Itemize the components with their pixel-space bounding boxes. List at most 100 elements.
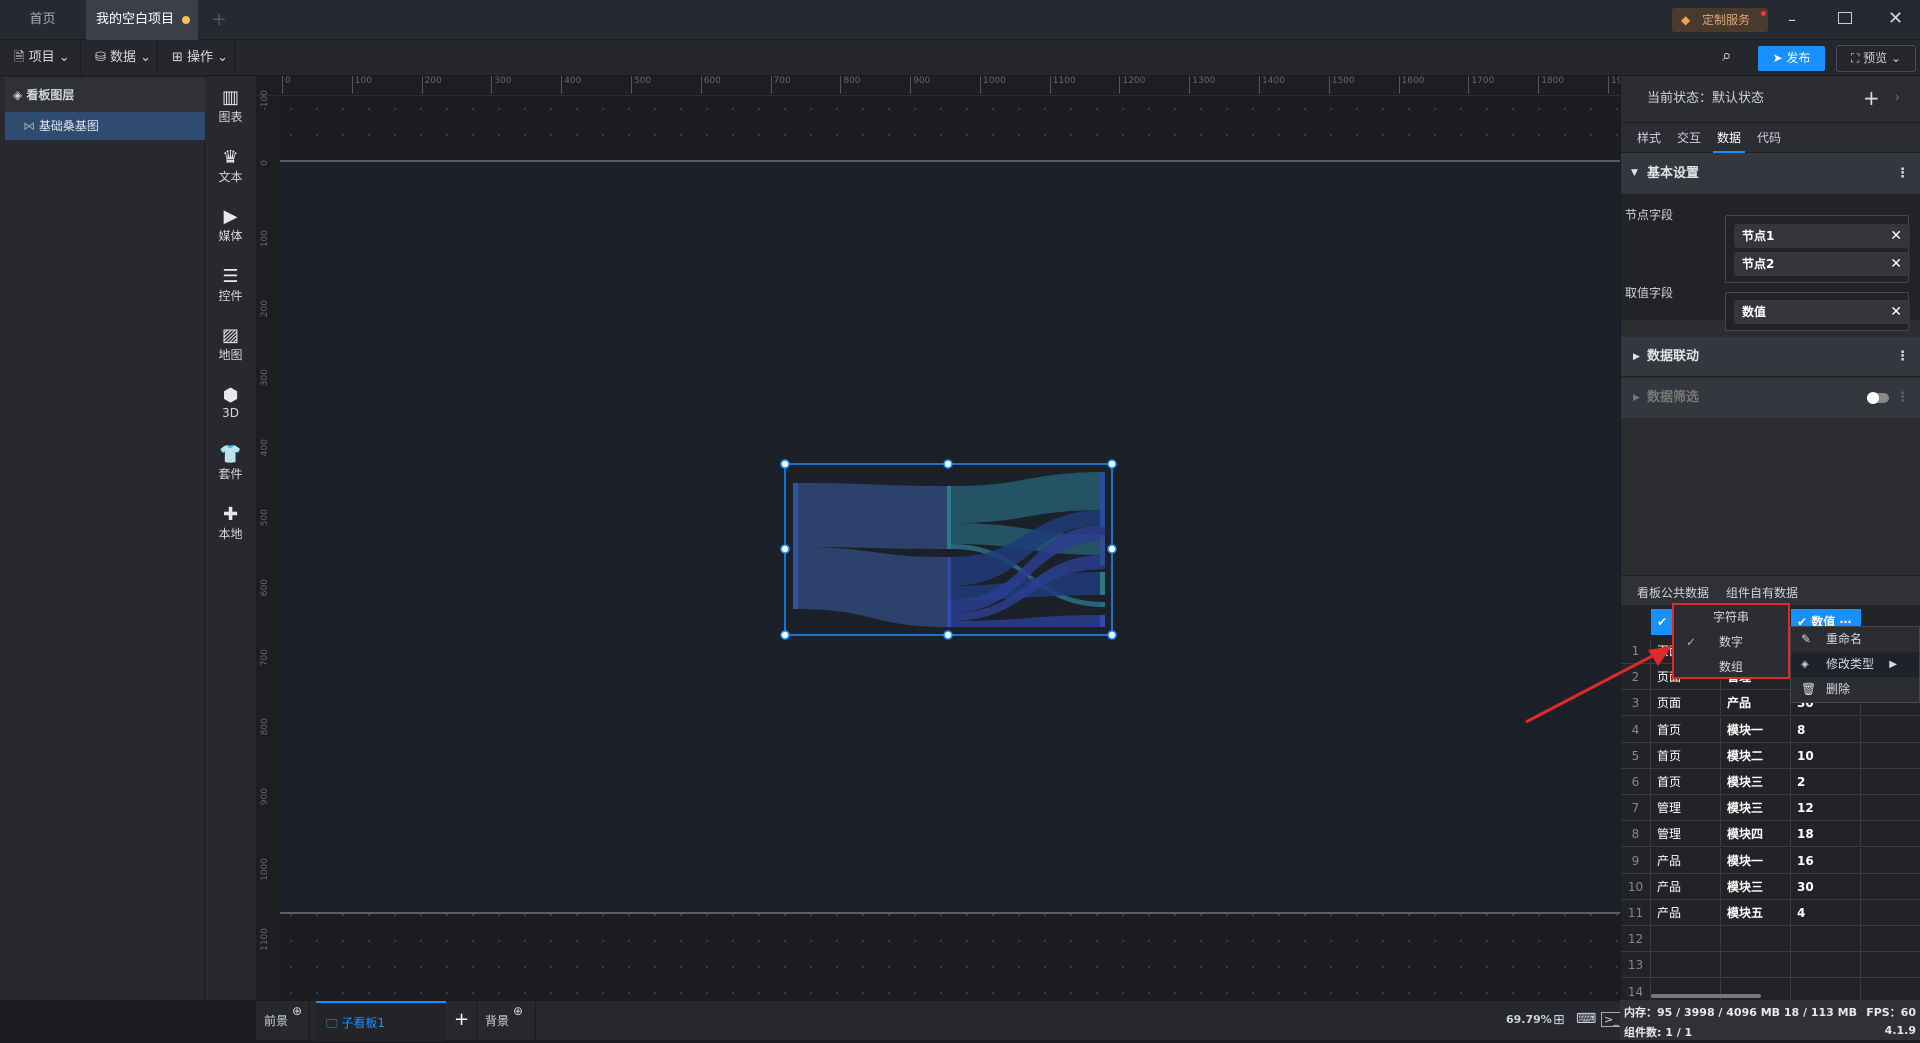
table-cell[interactable]: 18 [1791, 821, 1861, 848]
palette-item-6[interactable]: 👕 套件 [205, 445, 256, 482]
add-state-button[interactable]: + [1863, 86, 1880, 110]
table-cell[interactable]: 产品 [1721, 690, 1791, 717]
table-cell[interactable]: 管理 [1651, 821, 1721, 848]
table-cell[interactable] [1861, 821, 1920, 847]
restore-icon[interactable] [1838, 12, 1852, 24]
table-cell[interactable]: 30 [1791, 873, 1861, 900]
table-cell[interactable]: 模块二 [1721, 742, 1791, 769]
data-filter-header[interactable]: ▶ 数据筛选 ⋮ [1621, 378, 1920, 418]
table-cell[interactable]: 模块三 [1721, 769, 1791, 795]
data-linkage-header[interactable]: ▶ 数据联动 ⋮ [1621, 337, 1920, 377]
palette-item-0[interactable]: ▥ 图表 [205, 88, 256, 125]
type-option-array[interactable]: 数组 [1674, 655, 1788, 680]
palette-item-3[interactable]: ☰ 控件 [205, 266, 256, 304]
table-cell[interactable]: 模块五 [1721, 900, 1791, 926]
tab-1[interactable]: 交互 [1673, 123, 1705, 153]
more-icon[interactable]: ⋮ [1896, 378, 1909, 418]
zoom-level[interactable]: 69.79% [1506, 1013, 1552, 1026]
table-cell[interactable]: 首页 [1651, 742, 1721, 769]
publish-button[interactable]: ➤ 发布 [1758, 46, 1825, 71]
menu-item-rename[interactable]: ✎ 重命名 [1791, 627, 1919, 652]
data-menu[interactable]: ⛁ 数据 ⌄ [81, 40, 158, 76]
remove-icon[interactable]: ✕ [1890, 300, 1902, 324]
table-cell[interactable] [1791, 952, 1861, 979]
tab-0[interactable]: 样式 [1633, 123, 1665, 153]
remove-icon[interactable]: ✕ [1890, 252, 1902, 276]
table-cell[interactable]: 模块三 [1721, 873, 1791, 900]
preview-button[interactable]: ⛶ 预览 ⌄ [1836, 45, 1916, 72]
palette-item-1[interactable]: ♛ 文本 [205, 147, 256, 185]
table-cell[interactable] [1721, 926, 1791, 953]
table-cell[interactable]: 4 [1791, 900, 1861, 926]
layer-item-sankey[interactable]: ⋈ 基础桑基图 [5, 112, 205, 140]
add-board-button[interactable]: + [454, 1009, 469, 1030]
table-cell[interactable] [1861, 900, 1920, 926]
close-icon[interactable]: ✕ [1888, 8, 1903, 29]
table-cell[interactable] [1861, 769, 1920, 795]
table-cell[interactable] [1651, 926, 1721, 953]
tab-home[interactable]: 首页 [0, 0, 85, 40]
value-field-select[interactable]: 数值 ✕ [1725, 292, 1910, 331]
table-cell[interactable] [1861, 717, 1920, 743]
background-tab[interactable]: 背景 ⊕ [476, 1001, 536, 1041]
table-cell[interactable] [1791, 926, 1861, 953]
table-cell[interactable]: 10 [1791, 742, 1861, 769]
type-option-string[interactable]: 字符串 [1674, 605, 1788, 630]
tab-public-data[interactable]: 看板公共数据 [1637, 584, 1709, 601]
add-circle-icon[interactable]: ⊕ [513, 991, 523, 1031]
palette-item-2[interactable]: ▶ 媒体 [205, 207, 256, 244]
table-cell[interactable]: 模块一 [1721, 847, 1791, 874]
tab-3[interactable]: 代码 [1753, 123, 1785, 153]
project-menu[interactable]: 🗎 项目 ⌄ [0, 40, 81, 76]
table-cell[interactable] [1651, 952, 1721, 979]
more-icon[interactable]: ⋮ [1896, 337, 1909, 377]
table-cell[interactable] [1861, 926, 1920, 952]
minimize-icon[interactable]: – [1788, 10, 1796, 29]
search-icon[interactable]: ⌕ [1722, 46, 1732, 66]
remove-icon[interactable]: ✕ [1890, 224, 1902, 248]
horizontal-scrollbar[interactable] [1651, 994, 1761, 998]
table-cell[interactable]: 模块四 [1721, 821, 1791, 848]
add-circle-icon[interactable]: ⊕ [292, 991, 302, 1031]
palette-item-4[interactable]: ▨ 地图 [205, 326, 256, 363]
table-cell[interactable]: 模块三 [1721, 795, 1791, 822]
menu-item-delete[interactable]: 🗑 删除 [1791, 677, 1919, 702]
table-cell[interactable]: 16 [1791, 847, 1861, 874]
keyboard-icon[interactable]: ⌨ [1576, 1011, 1596, 1027]
table-cell[interactable] [1861, 743, 1920, 769]
palette-item-5[interactable]: ⬢ 3D [205, 385, 256, 420]
chevron-right-icon[interactable]: › [1895, 90, 1900, 104]
palette-item-7[interactable]: ✚ 本地 [205, 504, 256, 542]
table-cell[interactable]: 产品 [1651, 847, 1721, 874]
table-cell[interactable]: 12 [1791, 795, 1861, 822]
table-cell[interactable] [1721, 952, 1791, 979]
more-icon[interactable]: ⋮ [1896, 153, 1909, 194]
menu-item-change-type[interactable]: ◈ 修改类型 ▶ [1791, 652, 1919, 677]
table-cell[interactable] [1861, 795, 1920, 821]
type-option-number[interactable]: ✓ 数字 [1674, 630, 1788, 655]
table-cell[interactable]: 模块一 [1721, 716, 1791, 743]
operate-menu[interactable]: ⊞ 操作 ⌄ [158, 40, 235, 76]
table-cell[interactable]: 管理 [1651, 795, 1721, 822]
table-cell[interactable] [1861, 979, 1920, 1000]
console-icon[interactable]: >_ [1601, 1012, 1622, 1027]
filter-toggle[interactable] [1867, 392, 1889, 404]
fit-screen-icon[interactable]: ⊞ [1553, 1012, 1565, 1028]
table-cell[interactable] [1861, 874, 1920, 900]
table-cell[interactable]: 2 [1791, 769, 1861, 795]
foreground-tab[interactable]: 前景 ⊕ [256, 1001, 310, 1041]
table-cell[interactable] [1791, 978, 1861, 1000]
basic-settings-header[interactable]: ▼ 基本设置 ⋮ [1621, 153, 1920, 194]
table-cell[interactable] [1861, 952, 1920, 978]
new-tab-button[interactable]: + [205, 0, 233, 40]
table-cell[interactable]: 产品 [1651, 873, 1721, 900]
table-cell[interactable]: 8 [1791, 716, 1861, 743]
sankey-chart[interactable] [780, 455, 1120, 645]
tab-2[interactable]: 数据 [1713, 123, 1746, 153]
tab-my-project[interactable]: 我的空白项目 [86, 0, 198, 40]
table-cell[interactable]: 首页 [1651, 769, 1721, 795]
node-field-select[interactable]: 节点1 ✕ 节点2 ✕ [1725, 215, 1910, 283]
subboard-tab[interactable]: 🖵 子看板1 [316, 1001, 446, 1041]
table-cell[interactable] [1861, 848, 1920, 874]
custom-service-button[interactable]: ◆ 定制服务 [1672, 8, 1768, 32]
